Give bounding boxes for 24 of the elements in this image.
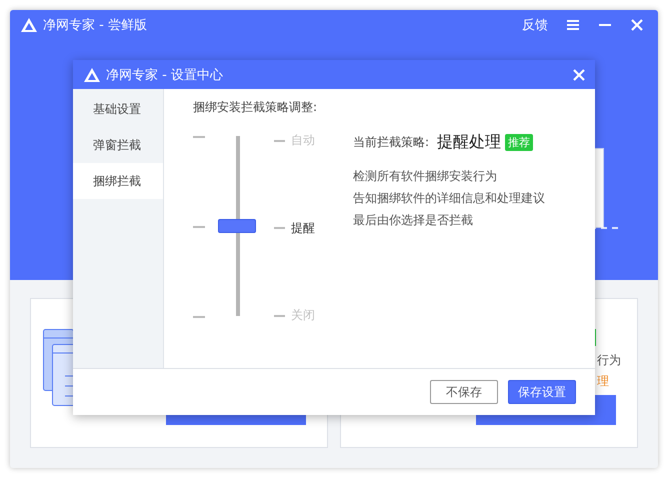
dialog-title: 净网专家 - 设置中心	[106, 66, 223, 84]
feedback-link[interactable]: 反馈	[522, 16, 548, 34]
highlight-text: 理	[597, 373, 609, 390]
window-title: 净网专家 - 尝鲜版	[43, 17, 147, 34]
strategy-label: 当前拦截策略:	[353, 134, 430, 151]
feature-text: 行为	[597, 352, 621, 369]
logo-icon	[83, 66, 101, 82]
recommend-badge: 推荐	[505, 134, 534, 151]
description-text: 最后由你选择是否拦截	[353, 212, 474, 229]
description-text: 告知捆绑软件的详细信息和处理建议	[353, 190, 545, 207]
strategy-value: 提醒处理	[437, 132, 502, 153]
slider-label[interactable]: 提醒	[291, 220, 315, 236]
save-button[interactable]: 保存设置	[508, 380, 576, 404]
section-heading: 捆绑安装拦截策略调整:	[193, 99, 318, 116]
logo-icon	[20, 17, 38, 33]
close-icon[interactable]	[573, 68, 585, 80]
sidebar-item[interactable]: 弹窗拦截	[73, 127, 163, 163]
close-icon[interactable]	[630, 18, 644, 32]
menu-icon[interactable]	[566, 18, 580, 32]
sidebar-item[interactable]: 基础设置	[73, 91, 163, 127]
slider-thumb[interactable]	[218, 219, 256, 233]
discard-button[interactable]: 不保存	[430, 380, 498, 404]
sidebar-item[interactable]: 捆绑拦截	[73, 163, 163, 199]
description-text: 检测所有软件捆绑安装行为	[353, 168, 498, 185]
